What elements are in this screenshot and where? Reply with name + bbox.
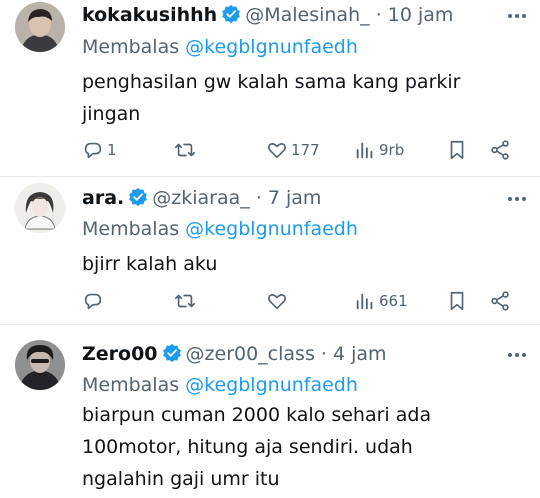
more-icon[interactable] bbox=[506, 11, 528, 21]
user-handle[interactable]: @Malesinah_ bbox=[245, 4, 369, 26]
tweet-text-line: biarpun cuman 2000 kalo sehari ada bbox=[82, 404, 432, 426]
bookmark-icon bbox=[450, 291, 464, 311]
reply-button[interactable] bbox=[82, 286, 107, 316]
tweet-text-line: bjirr kalah aku bbox=[82, 253, 218, 275]
replying-label: Membalas bbox=[82, 374, 180, 396]
verified-badge-icon bbox=[129, 187, 148, 207]
reply-tweet-2[interactable]: ara. @zkiaraa_ · 7 jam Membalas @kegblgnu… bbox=[0, 177, 540, 323]
verified-badge-icon bbox=[162, 343, 181, 363]
views-button[interactable]: 661 bbox=[354, 286, 408, 316]
user-handle[interactable]: @zer00_class bbox=[186, 343, 315, 365]
retweet-icon bbox=[175, 294, 195, 308]
like-icon bbox=[268, 294, 286, 310]
replying-label: Membalas bbox=[82, 36, 180, 58]
tweet-text: biarpun cuman 2000 kalo sehari ada 100mo… bbox=[82, 399, 522, 495]
action-bar: 1 177 9rb bbox=[82, 135, 522, 165]
tweet-text-line: penghasilan gw kalah sama kang parkir bbox=[82, 71, 461, 93]
reply-tweet-1[interactable]: kokakusihhh @Malesinah_ · 10 jam Membalas… bbox=[0, 0, 540, 176]
avatar[interactable] bbox=[15, 183, 65, 233]
separator-dot: · bbox=[320, 343, 327, 365]
share-icon bbox=[491, 291, 509, 311]
share-button[interactable] bbox=[489, 286, 511, 316]
tweet-text-line: 100motor, hitung aja sendiri. udah bbox=[82, 436, 413, 458]
more-icon[interactable] bbox=[506, 350, 528, 360]
like-count: 177 bbox=[291, 141, 320, 159]
tweet-text-line: ngalahin gaji umr itu bbox=[82, 468, 280, 490]
replying-to: Membalas @kegblgnunfaedh bbox=[82, 33, 358, 61]
verified-badge-icon bbox=[222, 4, 241, 24]
display-name[interactable]: Zero00 bbox=[82, 343, 158, 365]
mention-link[interactable]: @kegblgnunfaedh bbox=[185, 374, 358, 396]
tweet-header: kokakusihhh @Malesinah_ · 10 jam bbox=[82, 0, 453, 30]
retweet-button[interactable] bbox=[174, 286, 199, 316]
views-icon bbox=[356, 142, 373, 159]
avatar[interactable] bbox=[15, 340, 65, 390]
tweet-text: penghasilan gw kalah sama kang parkir ji… bbox=[82, 66, 522, 130]
views-icon bbox=[356, 293, 373, 310]
replying-to: Membalas @kegblgnunfaedh bbox=[82, 371, 358, 399]
more-icon[interactable] bbox=[506, 194, 528, 204]
retweet-button[interactable] bbox=[174, 135, 199, 165]
retweet-icon bbox=[175, 143, 195, 157]
share-icon bbox=[491, 140, 509, 160]
bookmark-button[interactable] bbox=[446, 135, 468, 165]
views-button[interactable]: 9rb bbox=[354, 135, 404, 165]
mention-link[interactable]: @kegblgnunfaedh bbox=[185, 218, 358, 240]
bookmark-icon bbox=[450, 140, 464, 160]
like-button[interactable] bbox=[266, 286, 291, 316]
tweet-header: ara. @zkiaraa_ · 7 jam bbox=[82, 183, 321, 213]
reply-tweet-3[interactable]: Zero00 @zer00_class · 4 jam Membalas @keg… bbox=[0, 325, 540, 498]
tweet-header: Zero00 @zer00_class · 4 jam bbox=[82, 339, 387, 369]
timestamp[interactable]: 7 jam bbox=[268, 187, 322, 209]
tweet-text-line: jingan bbox=[82, 103, 141, 125]
replying-to: Membalas @kegblgnunfaedh bbox=[82, 215, 358, 243]
tweet-text: bjirr kalah aku bbox=[82, 248, 522, 280]
bookmark-button[interactable] bbox=[446, 286, 468, 316]
reply-button[interactable]: 1 bbox=[82, 135, 117, 165]
reply-count: 1 bbox=[107, 141, 117, 159]
separator-dot: · bbox=[255, 187, 262, 209]
mention-link[interactable]: @kegblgnunfaedh bbox=[185, 36, 358, 58]
replying-label: Membalas bbox=[82, 218, 180, 240]
reply-icon bbox=[84, 142, 102, 159]
timestamp[interactable]: 4 jam bbox=[333, 343, 387, 365]
display-name[interactable]: ara. bbox=[82, 187, 124, 209]
share-button[interactable] bbox=[489, 135, 511, 165]
user-handle[interactable]: @zkiaraa_ bbox=[152, 187, 250, 209]
like-icon bbox=[268, 143, 286, 159]
view-count: 661 bbox=[379, 292, 408, 310]
timestamp[interactable]: 10 jam bbox=[388, 4, 454, 26]
view-count: 9rb bbox=[379, 141, 405, 159]
separator-dot: · bbox=[375, 4, 382, 26]
action-bar: 661 bbox=[82, 286, 522, 316]
like-button[interactable]: 177 bbox=[266, 135, 320, 165]
avatar[interactable] bbox=[15, 2, 65, 52]
reply-icon bbox=[84, 293, 102, 310]
display-name[interactable]: kokakusihhh bbox=[82, 4, 217, 26]
